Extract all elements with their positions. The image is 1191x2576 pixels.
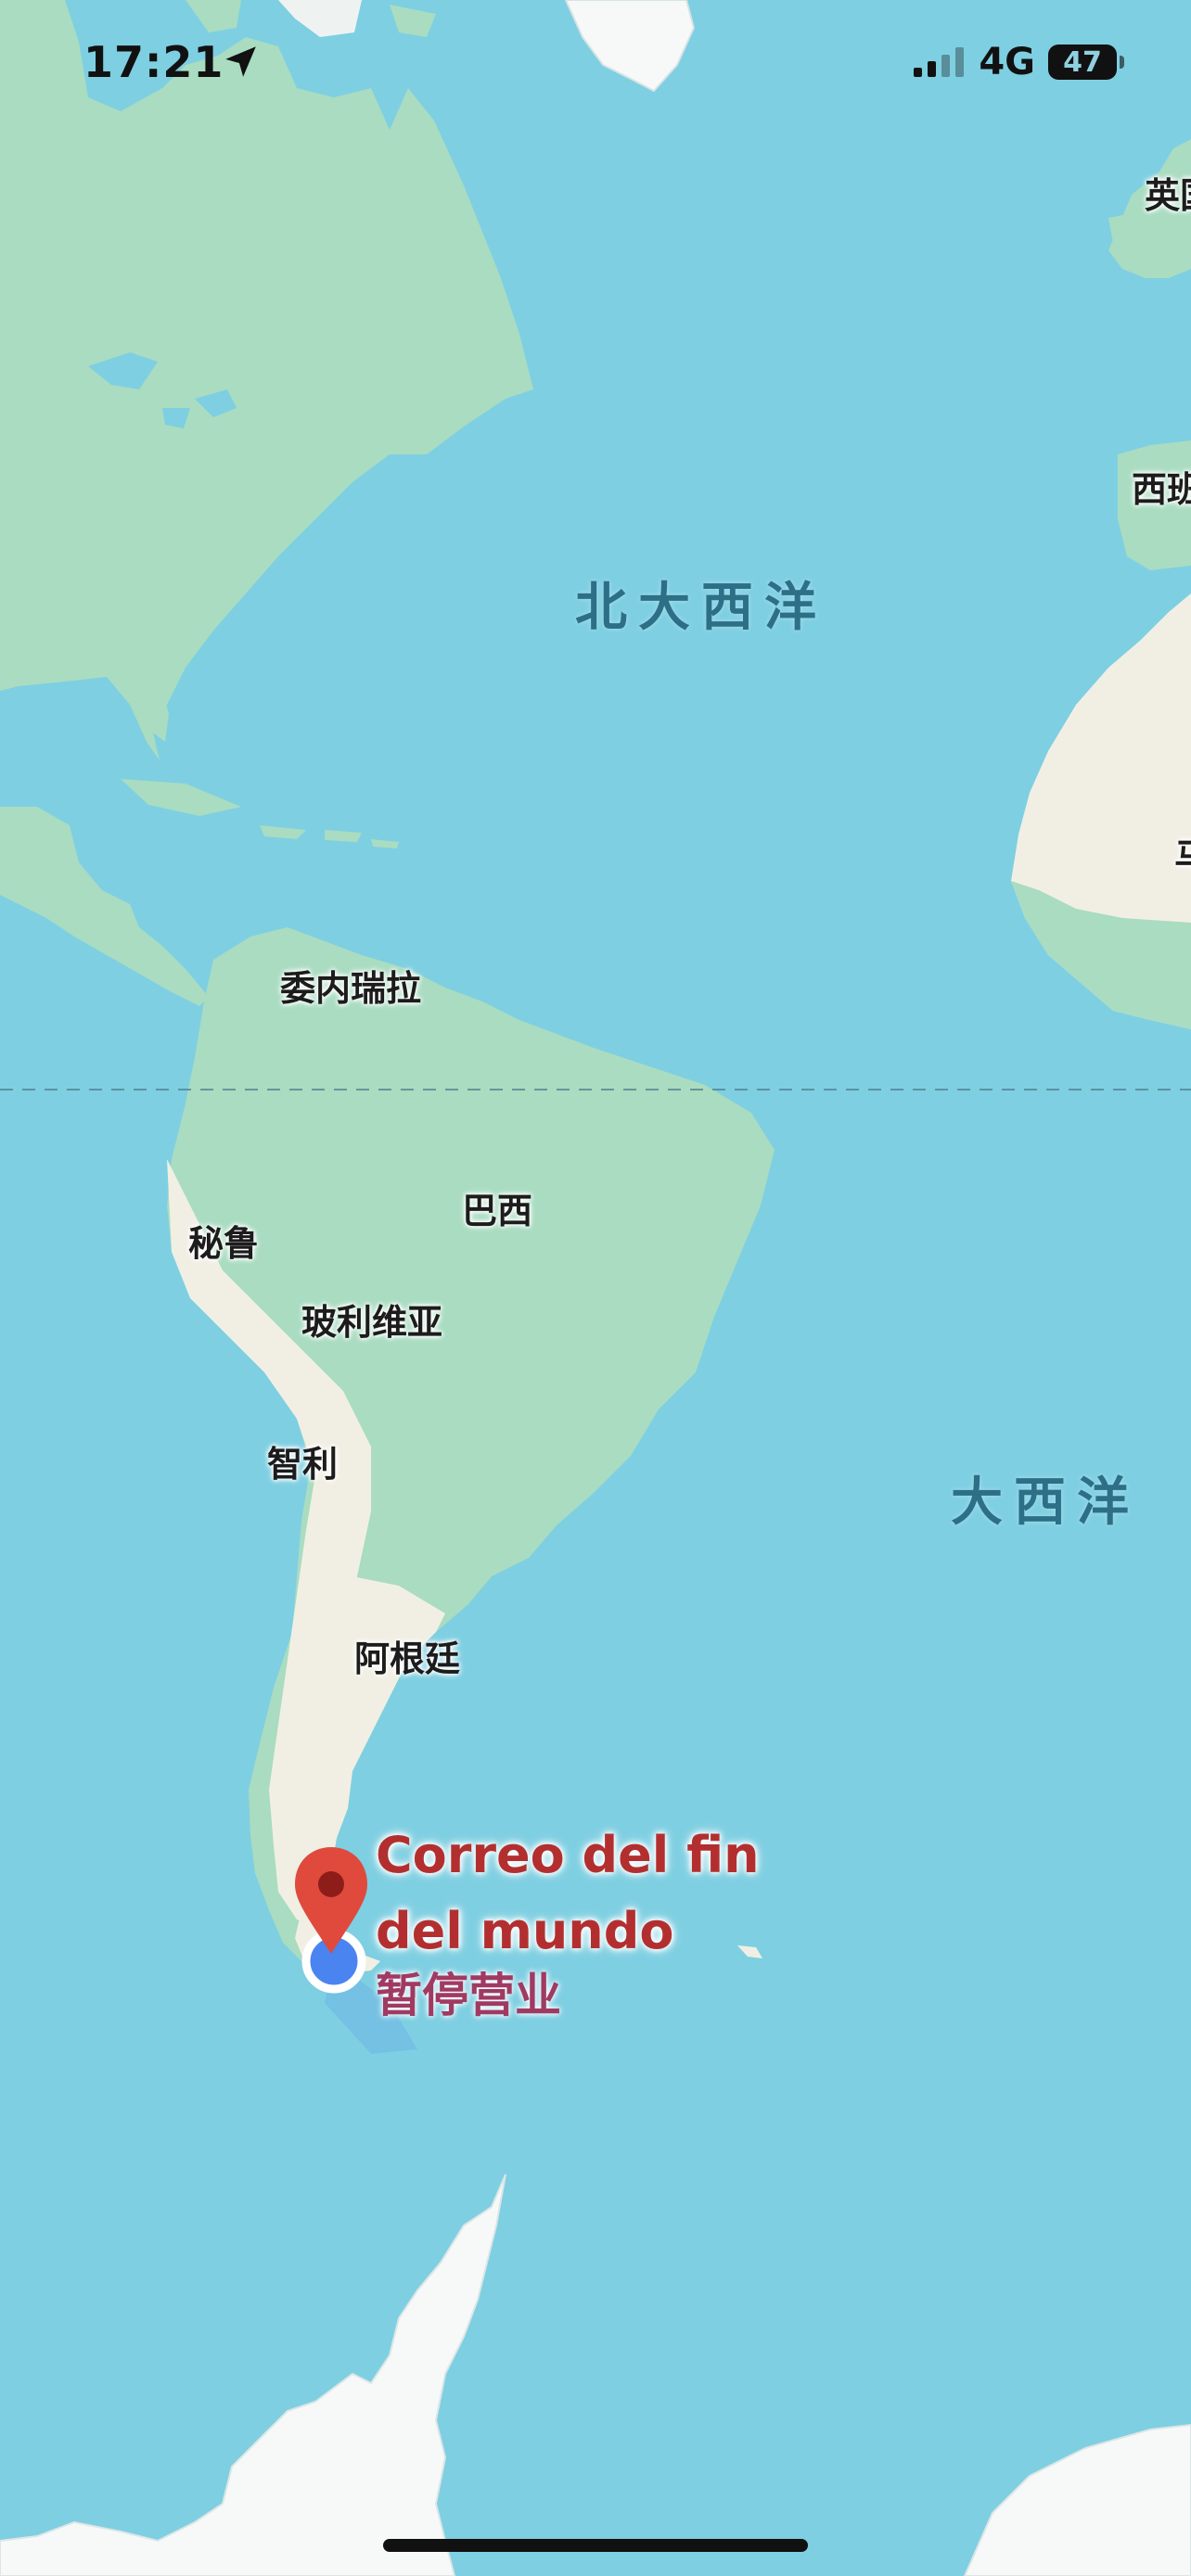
country-label-brazil[interactable]: 巴西	[462, 1182, 532, 1233]
battery-icon: 47	[1048, 45, 1124, 80]
country-label-argentina[interactable]: 阿根廷	[354, 1630, 460, 1681]
country-label-africa[interactable]: 马	[1174, 828, 1191, 879]
pin-center-dot	[318, 1871, 344, 1897]
place-name-label[interactable]: Correo del fin del mundo	[376, 1817, 858, 1970]
antarctic-peninsula-shape	[0, 2174, 506, 2576]
country-label-chile[interactable]: 智利	[267, 1435, 338, 1486]
antarctica-east-shape	[963, 2423, 1191, 2576]
signal-icon	[914, 47, 965, 77]
status-indicators: 4G 47	[914, 41, 1124, 83]
ocean-label-north-atlantic: 北大西洋	[575, 578, 827, 638]
map-canvas[interactable]	[0, 0, 1191, 2576]
status-time: 17:21	[83, 37, 224, 87]
caribbean-islands-shape	[121, 779, 399, 848]
status-bar: 17:21 4G 47	[0, 0, 1191, 130]
country-label-bolivia[interactable]: 玻利维亚	[301, 1294, 442, 1345]
network-type: 4G	[979, 41, 1035, 83]
central-america-shape	[0, 807, 209, 1006]
country-label-uk[interactable]: 英国	[1145, 167, 1191, 218]
location-arrow-icon	[225, 46, 256, 77]
home-indicator[interactable]	[383, 2539, 808, 2552]
ocean-label-atlantic: 大西洋	[951, 1473, 1140, 1533]
country-label-peru[interactable]: 秘鲁	[188, 1215, 259, 1266]
place-status-label: 暂停营业	[376, 1969, 561, 2022]
country-label-spain[interactable]: 西班	[1132, 461, 1191, 512]
country-label-venezuela[interactable]: 委内瑞拉	[280, 960, 421, 1011]
